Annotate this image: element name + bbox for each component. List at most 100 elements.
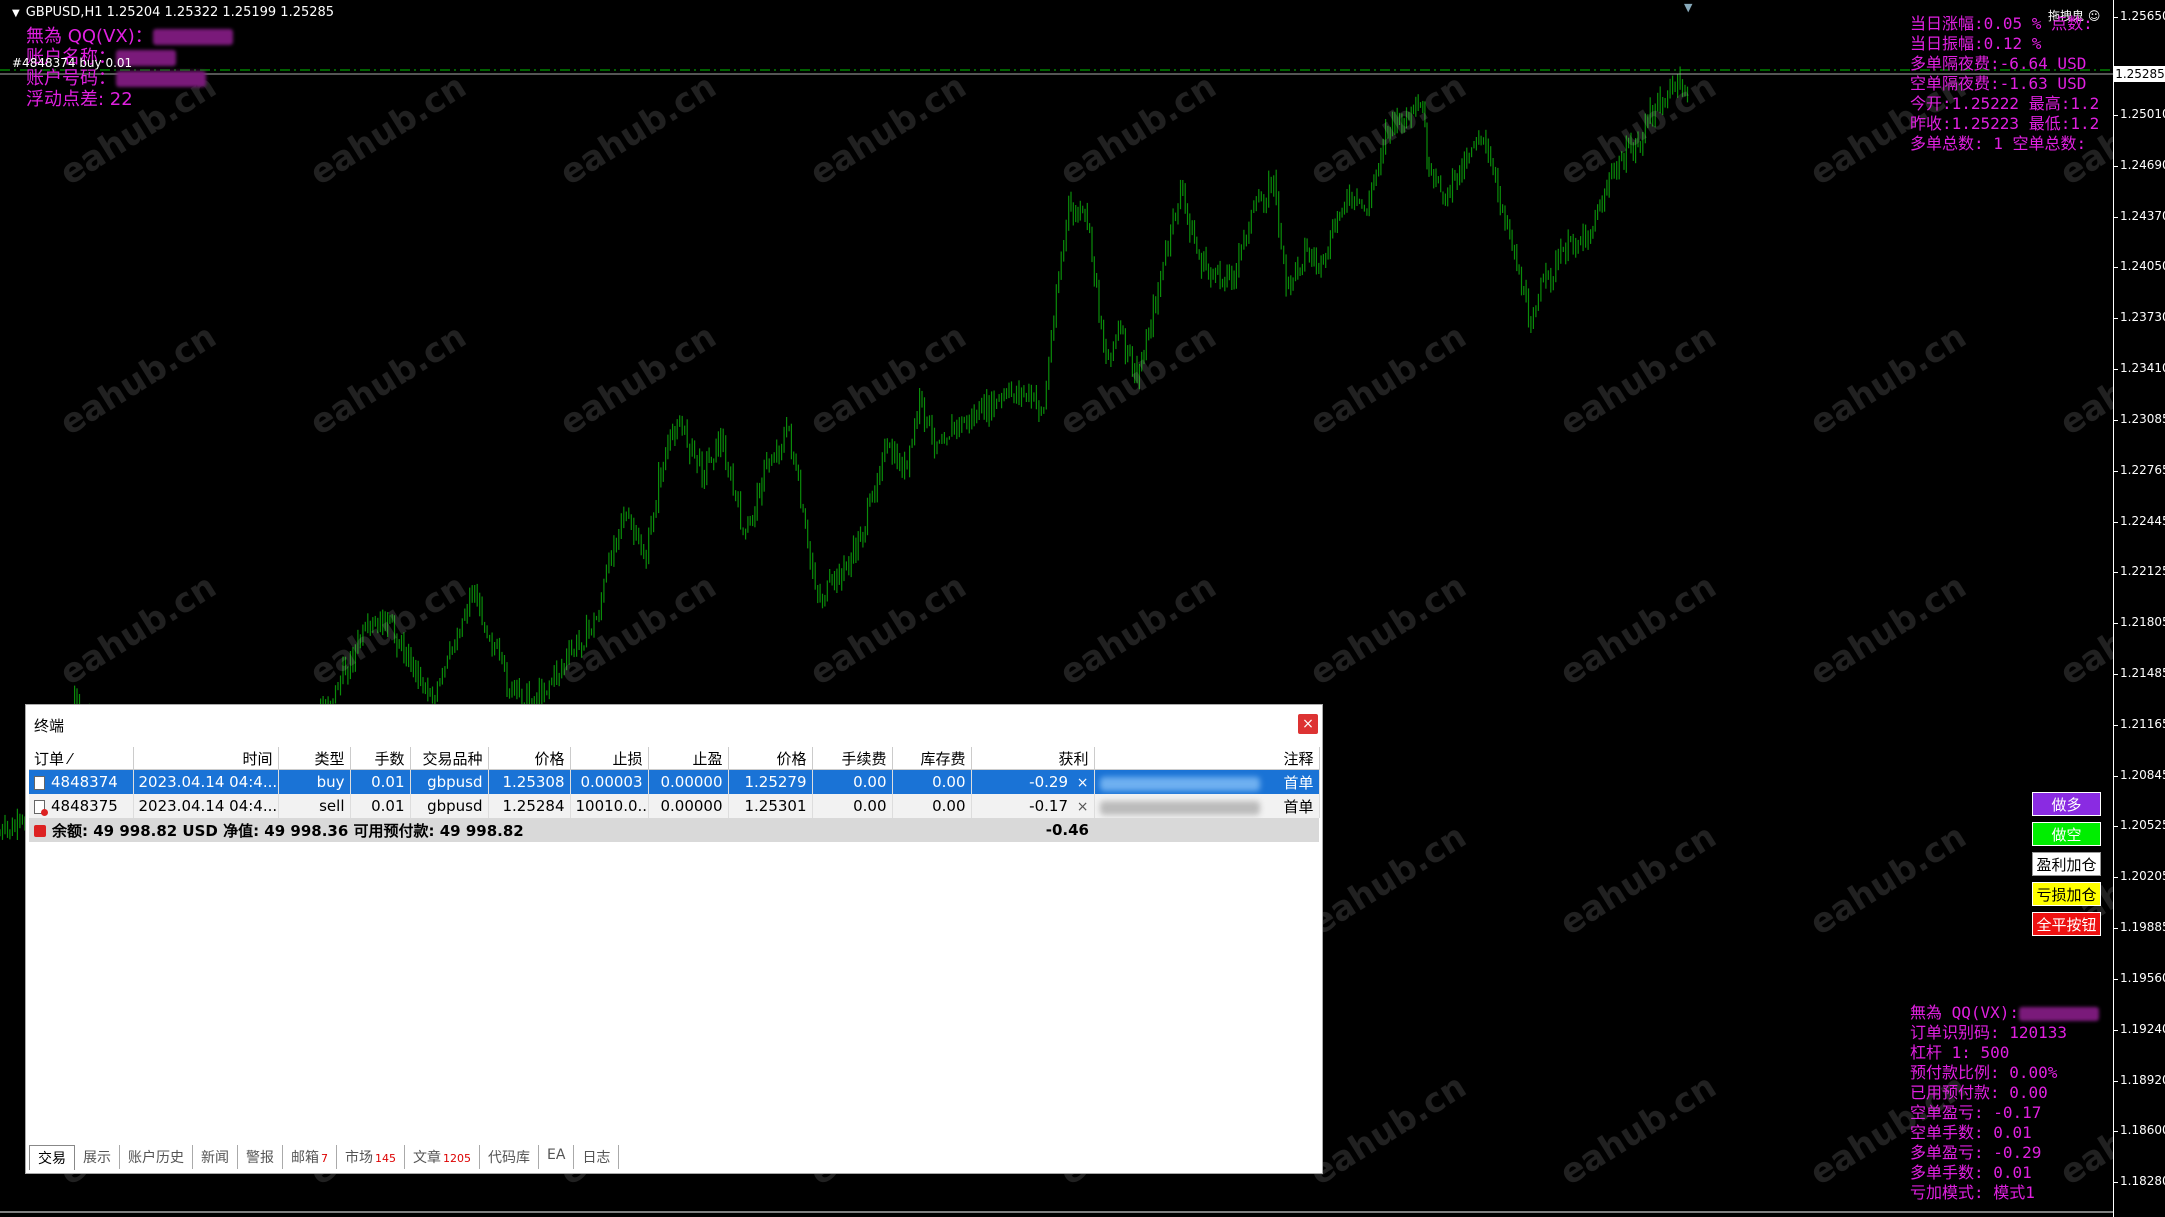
terminal-titlebar[interactable]: 终端 ×	[26, 705, 1322, 741]
tab-label: 文章	[413, 1150, 441, 1166]
price-tick-label: 1.18280	[2120, 1174, 2165, 1189]
profit-cell: -0.29 ×	[971, 769, 1095, 794]
price-tick-label: 1.21165	[2120, 716, 2165, 731]
stat-line: 多单总数: 1 空单总数:	[1910, 134, 2087, 153]
column-header[interactable]: 时间	[133, 747, 279, 770]
document-icon	[34, 799, 48, 816]
column-header[interactable]: 库存费	[892, 747, 972, 770]
profit-add-button[interactable]: 盈利加仓	[2032, 852, 2101, 876]
stat-line: 無為 QQ(VX):	[1910, 1003, 2100, 1023]
column-header[interactable]: 手数	[350, 747, 411, 770]
price-tick-label: 1.25010	[2120, 107, 2165, 121]
sl-cell[interactable]: 10010.0...	[570, 794, 649, 818]
type-cell: sell	[278, 794, 351, 818]
terminal-tab[interactable]: 展示	[75, 1145, 120, 1169]
triangle-down-icon: ▼	[1684, 1, 1693, 14]
loss-add-button[interactable]: 亏损加仓	[2032, 882, 2101, 906]
tick-mark	[2114, 369, 2118, 371]
close-all-button[interactable]: 全平按钮	[2032, 912, 2101, 936]
time-cell: 2023.04.14 04:4...	[133, 794, 279, 818]
tp-cell[interactable]: 0.00000	[648, 769, 729, 794]
sl-cell[interactable]: 0.00003	[570, 769, 649, 794]
time-cell: 2023.04.14 04:4...	[133, 769, 279, 794]
price-tick-label: 1.23410	[2120, 361, 2165, 376]
lots-cell: 0.01	[350, 794, 411, 818]
terminal-tab[interactable]: 代码库	[480, 1145, 539, 1169]
column-header[interactable]: 注释	[1094, 747, 1320, 770]
column-header[interactable]: 获利	[971, 747, 1095, 770]
price-tick-label: 1.22445	[2120, 513, 2165, 528]
column-header[interactable]: 交易品种	[410, 747, 489, 770]
tab-label: 新闻	[201, 1150, 229, 1166]
price-tick-label: 1.21805	[2120, 615, 2165, 630]
price-tick-label: 1.19560	[2120, 970, 2165, 985]
summary-row: 余额: 49 998.82 USD 净值: 49 998.36 可用预付款: 4…	[29, 818, 1319, 842]
terminal-tab[interactable]: 交易	[29, 1145, 75, 1170]
tick-mark	[2114, 318, 2118, 320]
tick-mark	[2114, 623, 2118, 625]
sell-button[interactable]: 做空	[2032, 822, 2101, 846]
stat-line: 空单手数: 0.01	[1910, 1123, 2032, 1142]
column-header[interactable]: 订单 ⁄	[29, 747, 134, 770]
terminal-tab[interactable]: 警报	[238, 1145, 283, 1169]
tp-cell[interactable]: 0.00000	[648, 794, 729, 818]
terminal-tab[interactable]: 邮箱 7	[283, 1145, 337, 1169]
column-header[interactable]: 止损	[570, 747, 649, 770]
terminal-tab[interactable]: 市场 145	[337, 1145, 405, 1169]
tick-mark	[2114, 724, 2118, 726]
column-header[interactable]: 价格	[728, 747, 813, 770]
balance-summary: 余额: 49 998.82 USD 净值: 49 998.36 可用预付款: 4…	[29, 818, 971, 842]
price-tick-label: 1.19885	[2120, 920, 2165, 935]
column-header[interactable]: 手续费	[812, 747, 893, 770]
close-position-icon[interactable]: ×	[1077, 799, 1089, 815]
column-header[interactable]: 价格	[488, 747, 571, 770]
terminal-tab[interactable]: 日志	[574, 1145, 620, 1169]
tick-mark	[2114, 1029, 2118, 1031]
comment-cell: 首单	[1094, 769, 1320, 794]
price-tick-label: 1.18920	[2120, 1072, 2165, 1087]
price-tick-label: 1.21485	[2120, 666, 2165, 680]
stat-line: 多单手数: 0.01	[1910, 1163, 2032, 1182]
column-header[interactable]: 类型	[278, 747, 351, 770]
tick-mark	[2114, 470, 2118, 472]
close-position-icon[interactable]: ×	[1077, 775, 1089, 791]
terminal-tab[interactable]: 新闻	[193, 1145, 238, 1169]
table-row[interactable]: 4848374 2023.04.14 04:4... buy 0.01 gbpu…	[29, 769, 1320, 794]
mt5-window: eahub.cn eahub.cn eahub.cn eahub.cn eahub.cn…	[0, 0, 2165, 1217]
tab-label: 代码库	[488, 1150, 530, 1166]
tab-label: 交易	[38, 1151, 66, 1167]
tick-mark	[2114, 928, 2118, 930]
profit-cell: -0.17 ×	[971, 794, 1095, 818]
cur-price-cell: 1.25279	[728, 769, 813, 794]
order-line-label[interactable]: #4848374 buy 0.01	[12, 56, 132, 70]
tick-mark	[2114, 978, 2118, 980]
triangle-down-icon[interactable]: ▼	[12, 8, 20, 19]
terminal-tab[interactable]: 文章 1205	[405, 1145, 480, 1169]
price-axis[interactable]: 1.25650 1.25010 1.24690 1.24370 1.24050 1.237…	[2113, 0, 2165, 1217]
stat-line: 多单隔夜费:-6.64 USD	[1910, 54, 2087, 73]
stat-line: 当日振幅:0.12 %	[1910, 34, 2042, 53]
tick-mark	[2114, 1080, 2118, 1082]
order-cell: 4848374	[29, 769, 134, 794]
tab-badge: 145	[375, 1152, 396, 1165]
tab-label: 市场	[345, 1150, 373, 1166]
symbol-quote: GBPUSD,H1 1.25204 1.25322 1.25199 1.2528…	[25, 5, 335, 20]
price-tick-label: 1.24050	[2120, 259, 2165, 274]
table-row[interactable]: 4848375 2023.04.14 04:4... sell 0.01 gbp…	[29, 794, 1320, 818]
terminal-tab[interactable]: 账户历史	[120, 1145, 193, 1169]
price-tick-label: 1.24370	[2120, 208, 2165, 223]
price-tick-label: 1.19240	[2120, 1021, 2165, 1036]
price-cell: 1.25284	[488, 794, 571, 818]
balance-icon	[34, 825, 46, 837]
comment-cell: 首单	[1094, 794, 1320, 818]
buy-button[interactable]: 做多	[2032, 792, 2101, 816]
tick-mark	[2114, 521, 2118, 523]
stat-line: 杠杆 1: 500	[1910, 1043, 2010, 1062]
terminal-tab[interactable]: EA	[539, 1145, 575, 1169]
table-header: 订单 ⁄ 时间 类型 手数 交易品种 价格 止损 止盈 价格 手续费 库存费 获…	[29, 747, 1320, 770]
close-icon[interactable]: ×	[1298, 714, 1318, 734]
total-profit: -0.46	[971, 818, 1094, 842]
tick-mark	[2114, 1182, 2118, 1184]
tick-mark	[2114, 165, 2118, 167]
column-header[interactable]: 止盈	[648, 747, 729, 770]
